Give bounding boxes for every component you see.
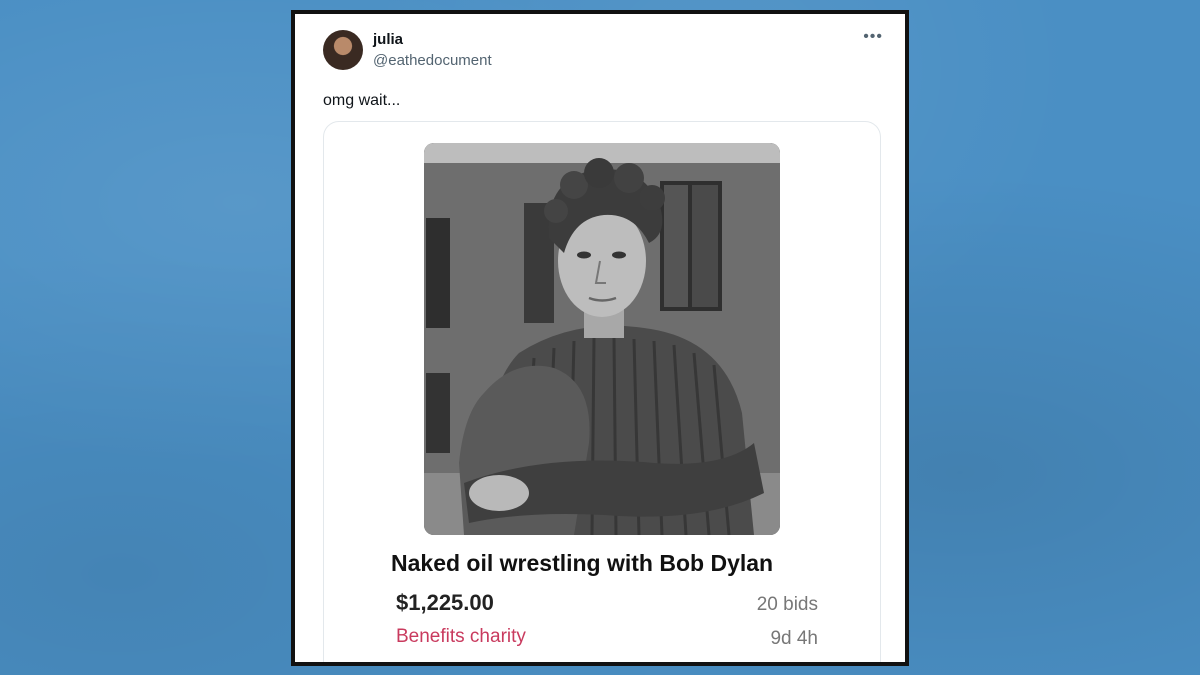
time-remaining: 9d 4h <box>770 628 818 649</box>
more-options-icon[interactable]: ••• <box>863 28 883 46</box>
bid-count: 20 bids <box>756 594 818 615</box>
tweet-text: omg wait... <box>323 92 401 109</box>
user-name[interactable]: julia <box>373 31 403 48</box>
avatar[interactable] <box>323 30 363 70</box>
listing-price: $1,225.00 <box>396 590 494 615</box>
charity-badge: Benefits charity <box>396 626 526 647</box>
media-card[interactable]: Naked oil wrestling with Bob Dylan $1,22… <box>323 121 881 662</box>
user-handle[interactable]: @eathedocument <box>373 52 492 69</box>
listing-title[interactable]: Naked oil wrestling with Bob Dylan <box>391 550 773 577</box>
tweet-card[interactable]: julia @eathedocument ••• omg wait... Nak… <box>291 10 909 666</box>
photo-illustration <box>424 143 780 535</box>
listing-photo[interactable] <box>424 143 780 535</box>
